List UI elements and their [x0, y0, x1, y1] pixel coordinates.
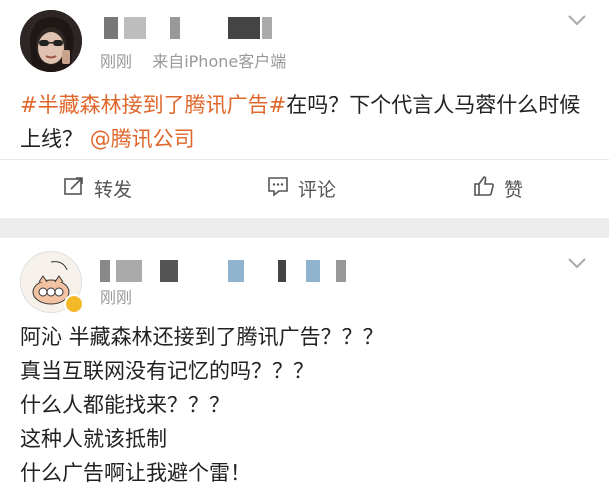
- comment-button[interactable]: 评论: [266, 171, 336, 205]
- post-source: 来自iPhone客户端: [152, 52, 287, 71]
- repost-label: 转发: [94, 178, 133, 201]
- post-line: 这种人就该抵制: [20, 427, 167, 451]
- mention-link[interactable]: @腾讯公司: [90, 127, 195, 151]
- like-label: 赞: [504, 178, 524, 201]
- post-line: 真当互联网没有记忆的吗？？？: [20, 359, 314, 383]
- username-blurred[interactable]: [100, 260, 358, 282]
- post-meta: 刚刚: [100, 284, 132, 308]
- chevron-down-icon[interactable]: [566, 255, 588, 271]
- post-line: 什么人都能找来？？？: [20, 393, 230, 417]
- username-blurred[interactable]: [100, 17, 300, 39]
- post-text: 阿沁 半藏森林还接到了腾讯广告？？？ 真当互联网没有记忆的吗？？？ 什么人都能找…: [20, 320, 595, 490]
- weibo-post-1: 刚刚 来自iPhone客户端 #半藏森林接到了腾讯广告#在吗？下个代言人马蓉什么…: [0, 0, 609, 218]
- verified-badge: [64, 294, 84, 314]
- post-text: #半藏森林接到了腾讯广告#在吗？下个代言人马蓉什么时候上线？ @腾讯公司: [20, 88, 595, 156]
- comment-label: 评论: [298, 178, 337, 201]
- repost-icon: [62, 174, 86, 203]
- user-avatar-1[interactable]: [20, 10, 82, 72]
- post-line: 什么广告啊让我避个雷！: [20, 461, 251, 485]
- topic-link[interactable]: #半藏森林接到了腾讯广告#: [20, 93, 286, 117]
- comment-icon: [266, 174, 290, 203]
- post-meta: 刚刚 来自iPhone客户端: [100, 48, 286, 72]
- divider: [0, 159, 609, 160]
- post-timestamp: 刚刚: [100, 288, 133, 307]
- chevron-down-icon[interactable]: [566, 12, 588, 28]
- like-button[interactable]: 赞: [472, 171, 523, 205]
- like-icon: [472, 174, 496, 203]
- post-line: 阿沁 半藏森林还接到了腾讯广告？？？: [20, 325, 384, 349]
- repost-button[interactable]: 转发: [62, 171, 132, 205]
- post-timestamp: 刚刚: [100, 52, 133, 71]
